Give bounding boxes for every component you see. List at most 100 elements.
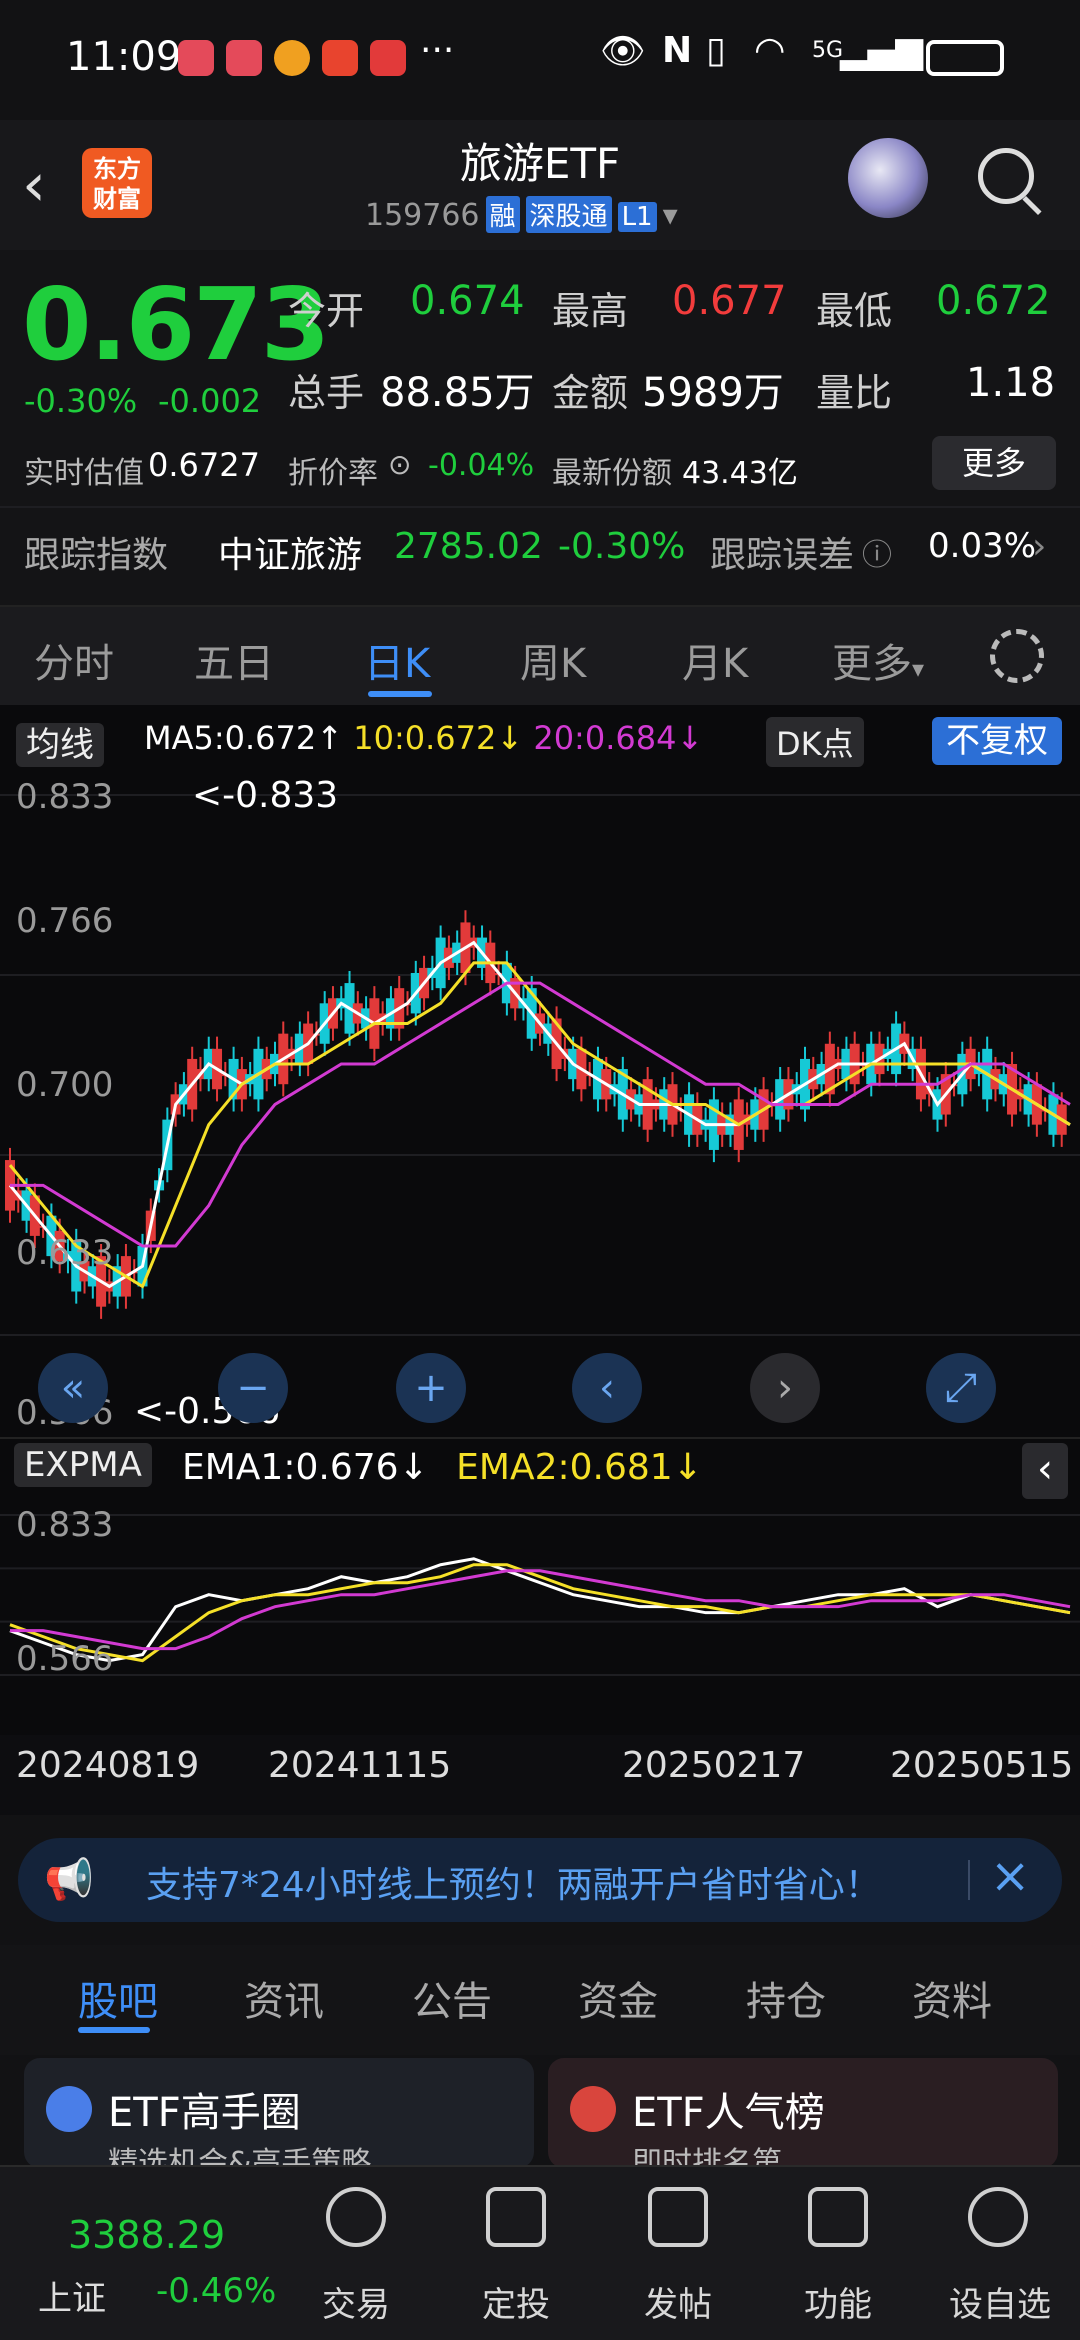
- sub-indicator-selector[interactable]: EXPMA: [14, 1443, 152, 1487]
- amount-label: 金额: [552, 371, 629, 415]
- stock-code: 159766: [365, 198, 480, 233]
- chevron-right-icon[interactable]: ›: [1032, 526, 1046, 567]
- tab-more[interactable]: 更多▾: [832, 631, 924, 689]
- kline-chart-area: 均线 MA5:0.672↑ 10:0.672↓ 20:0.684↓ DK点 不复…: [0, 705, 1080, 1815]
- assistant-robot-icon[interactable]: [848, 138, 928, 218]
- tab-profile[interactable]: 资料: [912, 1969, 992, 2027]
- ma20-value: 20:0.684↓: [533, 719, 704, 757]
- premium-value: -0.04%: [428, 448, 535, 483]
- circle-icon: [46, 2086, 92, 2132]
- tag-level: L1: [617, 202, 657, 232]
- search-icon[interactable]: [978, 148, 1034, 204]
- status-bar: 11:09 ··· 👁 N ▯ ◠ 5G ▂▄▆: [0, 0, 1080, 120]
- period-tabs: 分时 五日 日K 周K 月K 更多▾: [0, 605, 1080, 705]
- tab-fund-flow[interactable]: 资金: [578, 1969, 658, 2027]
- nav-auto-invest[interactable]: 定投: [456, 2277, 576, 2326]
- quote-panel: 0.673 -0.30% -0.002 今开 0.674 最高 0.677 最低…: [0, 250, 1080, 605]
- help-icon[interactable]: ⓘ: [862, 530, 892, 574]
- tab-monthly-k[interactable]: 月K: [682, 631, 748, 689]
- stock-code-row[interactable]: 159766 融深股通 L1 ▾: [365, 196, 678, 233]
- scroll-left-icon[interactable]: ‹: [572, 1353, 642, 1423]
- zoom-out-icon[interactable]: −: [218, 1353, 288, 1423]
- sub-kline-chart[interactable]: [0, 1505, 1080, 1685]
- dk-button[interactable]: DK点: [766, 717, 864, 767]
- status-time: 11:09: [66, 34, 182, 80]
- volume-ratio-value: 1.18: [966, 360, 1056, 406]
- x-tick-label: 20250515: [890, 1745, 1074, 1786]
- close-icon[interactable]: ×: [990, 1848, 1030, 1904]
- dropdown-arrow-icon: ▾: [912, 655, 925, 683]
- nav-post[interactable]: 发帖: [618, 2277, 738, 2326]
- adjust-button[interactable]: 不复权: [932, 717, 1062, 765]
- high-value: 0.677: [672, 278, 787, 324]
- volume-label: 总手: [288, 371, 365, 415]
- tab-underline: [78, 2027, 150, 2033]
- index-name[interactable]: 上证: [38, 2271, 106, 2320]
- divider: [0, 506, 1080, 508]
- banner-text: 支持7*24小时线上预约！两融开户省时省心！: [146, 1865, 881, 1906]
- sub-y-label: 0.833: [16, 1505, 114, 1545]
- signal-icon: ▂▄▆: [840, 30, 924, 71]
- tab-five-day[interactable]: 五日: [194, 631, 274, 689]
- more-button[interactable]: 更多: [932, 436, 1056, 490]
- tab-daily-k[interactable]: 日K: [364, 631, 430, 689]
- tab-announcements[interactable]: 公告: [412, 1969, 492, 2027]
- y-axis-label: 0.700: [16, 1065, 114, 1105]
- last-price: 0.673: [22, 266, 330, 383]
- y-axis-label: 0.766: [16, 901, 114, 941]
- tab-holdings[interactable]: 持仓: [746, 1969, 826, 2027]
- open-value: 0.674: [410, 278, 525, 324]
- dropdown-arrow-icon: ▾: [662, 198, 678, 233]
- tab-more-label: 更多: [832, 641, 912, 687]
- divider: [968, 1860, 970, 1900]
- main-indicator-selector[interactable]: 均线: [16, 717, 104, 767]
- divider: [0, 1437, 1080, 1439]
- track-index-name[interactable]: 中证旅游: [218, 526, 362, 578]
- low-label: 最低: [816, 289, 893, 333]
- nav-trade[interactable]: 交易: [296, 2277, 416, 2326]
- tracking-error-value[interactable]: 0.03%: [928, 526, 1036, 566]
- nfc-icon: N: [662, 30, 693, 71]
- tab-weekly-k[interactable]: 周K: [520, 631, 586, 689]
- scroll-right-icon[interactable]: ›: [750, 1353, 820, 1423]
- main-kline-chart[interactable]: [0, 775, 1080, 1375]
- series-line-10: [9, 1563, 1071, 1663]
- grid-icon: [808, 2187, 868, 2247]
- fullscreen-icon[interactable]: ⤢: [926, 1353, 996, 1423]
- index-value[interactable]: 3388.29: [68, 2213, 225, 2257]
- scroll-left-fast-icon[interactable]: «: [38, 1353, 108, 1423]
- nav-functions[interactable]: 功能: [778, 2277, 898, 2326]
- header: ‹ 东方财富 旅游ETF 159766 融深股通 L1 ▾: [0, 120, 1080, 250]
- etf-ranking-card[interactable]: ETF人气榜 即时排名第: [548, 2058, 1058, 2181]
- etf-expert-card[interactable]: ETF高手圈 精选机会&高手策略: [24, 2058, 534, 2181]
- tag-connect: 深股通: [525, 196, 612, 233]
- low-value: 0.672: [936, 278, 1051, 324]
- amount-value: 5989万: [642, 370, 784, 416]
- promo-banner[interactable]: 📢 支持7*24小时线上预约！两融开户省时省心！ ×: [18, 1838, 1062, 1922]
- info-icon[interactable]: ⊙: [388, 448, 411, 481]
- gear-icon[interactable]: [990, 629, 1044, 683]
- nav-add-watchlist[interactable]: 设自选: [940, 2277, 1060, 2326]
- app-notification-icon: [322, 40, 358, 76]
- more-notifications-icon: ···: [420, 30, 455, 71]
- tab-underline: [368, 691, 432, 697]
- ma5-value: MA5:0.672↑: [144, 719, 344, 757]
- track-index-value: 2785.02: [394, 526, 543, 567]
- app-notification-icon: [226, 40, 262, 76]
- series-line-ma5: [8, 940, 1071, 1289]
- tab-intraday[interactable]: 分时: [34, 631, 114, 689]
- zoom-in-icon[interactable]: +: [396, 1353, 466, 1423]
- tab-forum[interactable]: 股吧: [78, 1969, 158, 2027]
- ema2-value: EMA2:0.681↓: [456, 1447, 703, 1488]
- collapse-arrow-icon[interactable]: ‹: [1022, 1443, 1068, 1499]
- card-title: ETF高手圈: [108, 2090, 301, 2136]
- huawei-icon: [370, 40, 406, 76]
- open-label: 今开: [288, 289, 365, 333]
- network-type: 5G: [812, 38, 844, 63]
- index-change: -0.46%: [156, 2271, 277, 2311]
- sub-indicator-name: EXPMA: [14, 1443, 152, 1487]
- x-tick-label: 20240819: [16, 1745, 200, 1786]
- premium-label: 折价率: [288, 456, 378, 491]
- tab-news[interactable]: 资讯: [244, 1969, 324, 2027]
- shares-label: 最新份额: [552, 456, 672, 491]
